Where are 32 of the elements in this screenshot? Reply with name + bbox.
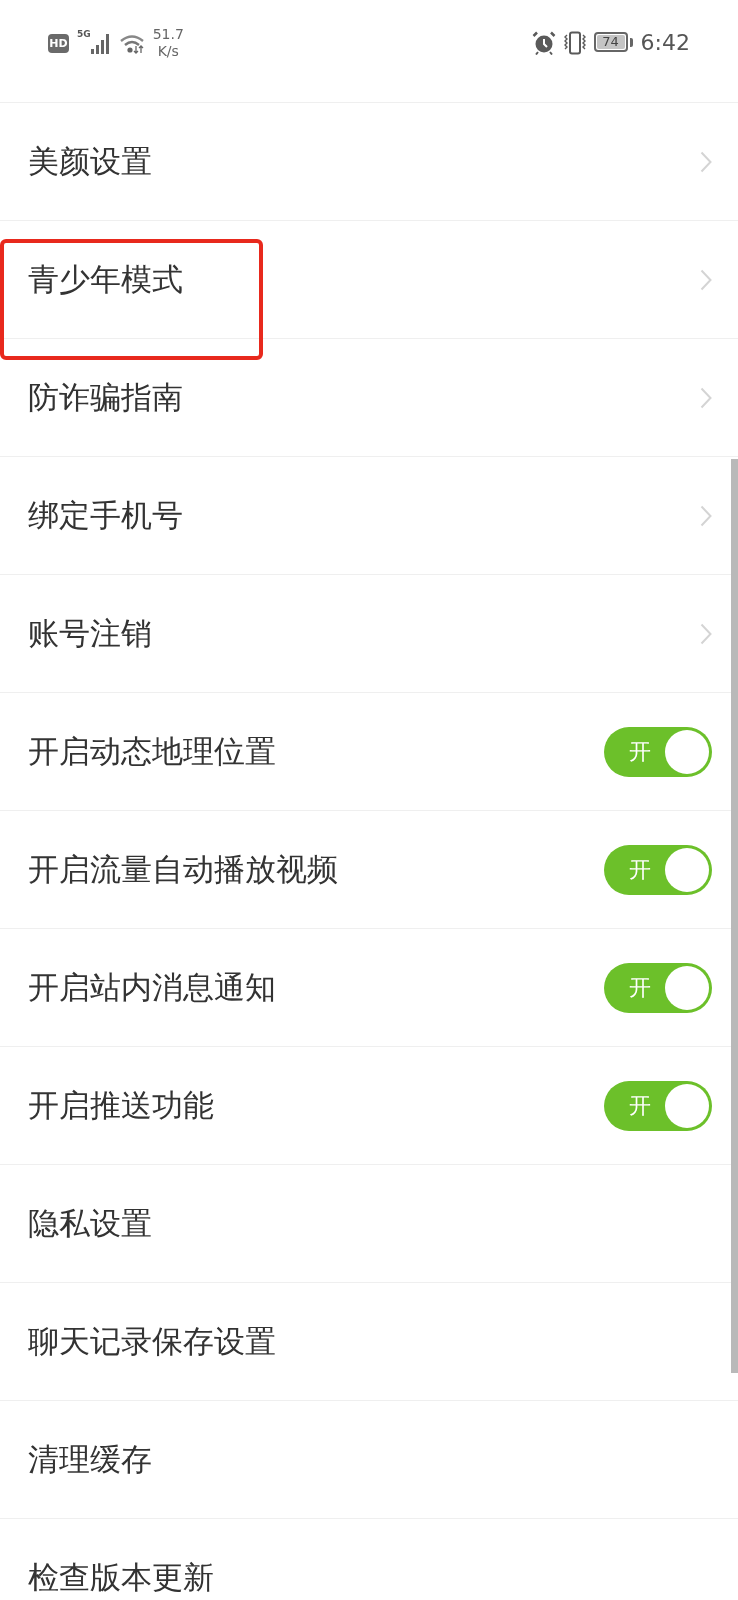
signal-icon bbox=[90, 34, 111, 54]
setting-item-label: 开启站内消息通知 bbox=[28, 970, 276, 1005]
chevron-right-icon bbox=[700, 386, 712, 409]
setting-item-label[interactable]: 美颜设置 bbox=[28, 144, 152, 179]
setting-item-label: 开启流量自动播放视频 bbox=[28, 852, 338, 887]
chevron-right-icon bbox=[700, 622, 712, 645]
toggle-knob-icon bbox=[665, 847, 709, 892]
status-time: 6:42 bbox=[640, 32, 690, 54]
setting-item-label[interactable]: 检查版本更新 bbox=[28, 1560, 214, 1595]
network-type-label: 5G bbox=[77, 30, 91, 39]
vibrate-icon bbox=[563, 31, 586, 55]
speed-value: 51.7 bbox=[152, 26, 184, 43]
chevron-right-icon bbox=[700, 150, 712, 173]
toggle-knob-icon bbox=[665, 729, 709, 774]
toggle-knob-icon bbox=[665, 965, 709, 1010]
setting-item-label[interactable]: 隐私设置 bbox=[28, 1206, 152, 1241]
speed-unit: K/s bbox=[157, 42, 179, 60]
setting-item-label: 开启推送功能 bbox=[28, 1088, 214, 1123]
hd-badge: HD bbox=[48, 34, 69, 53]
alarm-clock-icon bbox=[531, 31, 556, 55]
setting-item-label[interactable]: 聊天记录保存设置 bbox=[28, 1324, 276, 1359]
chevron-right-icon bbox=[700, 504, 712, 527]
setting-item-label[interactable]: 防诈骗指南 bbox=[28, 380, 183, 415]
setting-item-label: 开启动态地理位置 bbox=[28, 734, 276, 769]
setting-item-label[interactable]: 账号注销 bbox=[28, 616, 152, 651]
toggle-knob-icon bbox=[665, 1083, 709, 1128]
setting-item-label[interactable]: 青少年模式 bbox=[28, 262, 183, 297]
wifi-icon bbox=[118, 34, 145, 54]
setting-item-label[interactable]: 绑定手机号 bbox=[28, 498, 183, 533]
chevron-right-icon bbox=[700, 268, 712, 291]
battery-indicator: 74 bbox=[593, 32, 633, 52]
setting-item-label[interactable]: 清理缓存 bbox=[28, 1442, 152, 1477]
